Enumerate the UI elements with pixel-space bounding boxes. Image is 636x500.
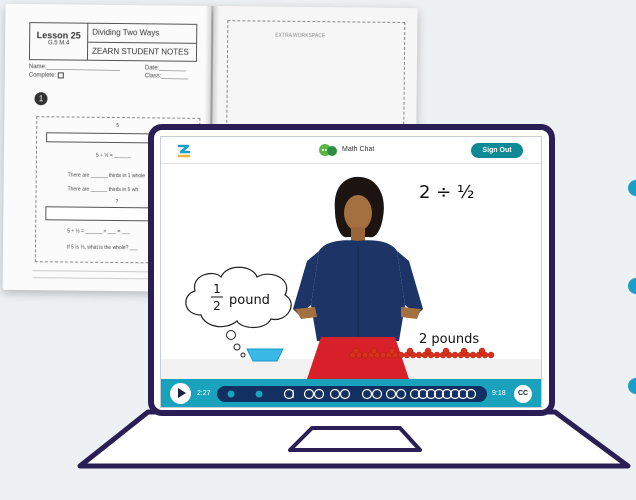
progress-markers xyxy=(227,388,477,400)
text-line-2: There are ______ thirds in 5 wh xyxy=(67,186,139,194)
cloud-text: pound xyxy=(229,293,270,308)
time-current: 2:27 xyxy=(197,390,211,397)
video-equation: 2 ÷ ½ xyxy=(419,182,474,203)
laptop-trackpad xyxy=(288,426,422,452)
text-line-1: There are ______ thirds in 1 whole xyxy=(67,172,146,180)
bar-bottom-label: ? xyxy=(115,199,119,206)
class-field-label: Class:________ xyxy=(144,73,189,80)
question-line: If 5 is ⅓, what is the whole? ___ xyxy=(66,244,139,252)
lesson-id-cell: Lesson 25 G.5 M.4 xyxy=(29,23,89,60)
complete-field-label: Complete: xyxy=(29,72,65,79)
zearn-app-screen: Math Chat Sign Out 1 2 pound 2 ÷ ½ 2 pou… xyxy=(160,136,542,408)
math-chat-icon[interactable] xyxy=(318,143,338,157)
lesson-header-box: Lesson 25 G.5 M.4 Dividing Two Ways ZEAR… xyxy=(28,22,198,62)
date-field-label: Date:________ xyxy=(144,65,186,72)
equation-2: 5 ÷ ⅓ = ______ × ___ = ___ xyxy=(67,228,131,236)
progress-track[interactable] xyxy=(217,386,487,402)
lesson-video[interactable]: 1 2 pound 2 ÷ ½ 2 pounds xyxy=(161,165,541,379)
time-total: 9:18 xyxy=(492,390,506,397)
bar-top-label: 5 xyxy=(116,123,120,130)
lesson-title: Dividing Two Ways xyxy=(88,23,197,44)
cloud-fraction-denominator: 2 xyxy=(213,299,221,313)
video-controls: 2:27 9:18 CC xyxy=(161,379,541,407)
cloud-fraction-numerator: 1 xyxy=(213,282,221,296)
side-bullet-icon xyxy=(628,180,636,196)
lesson-code: G.5 M.4 xyxy=(47,40,70,47)
problem-number-badge: 1 xyxy=(34,92,48,106)
name-field-label: Name:______________________ xyxy=(28,64,120,72)
blue-bowl xyxy=(246,348,284,362)
pounds-label: 2 pounds xyxy=(419,332,479,347)
checkpoint-complete[interactable] xyxy=(255,390,263,398)
math-chat-label[interactable]: Math Chat xyxy=(342,146,374,153)
closed-captions-button[interactable]: CC xyxy=(514,385,532,403)
side-bullet-icon xyxy=(628,378,636,394)
checkpoint-current[interactable] xyxy=(283,388,295,400)
extra-workspace-title: EXTRA WORKSPACE xyxy=(275,32,326,40)
thought-cloud xyxy=(185,266,292,358)
side-bullet-icon xyxy=(628,278,636,294)
checkpoint-complete[interactable] xyxy=(227,390,235,398)
cherry-tomatoes xyxy=(349,347,495,359)
complete-checkbox xyxy=(58,72,65,79)
equation-1: 5 ÷ ⅓ = ______ xyxy=(95,152,131,160)
notes-title: ZEARN STUDENT NOTES xyxy=(91,46,189,57)
lesson-number: Lesson 25 xyxy=(36,30,81,41)
lesson-title-cells: Dividing Two Ways ZEARN STUDENT NOTES xyxy=(88,23,197,61)
zearn-logo-icon[interactable] xyxy=(177,143,191,159)
sign-out-button[interactable]: Sign Out xyxy=(471,143,523,158)
app-top-bar: Math Chat Sign Out xyxy=(161,137,541,164)
play-button[interactable] xyxy=(170,383,191,404)
